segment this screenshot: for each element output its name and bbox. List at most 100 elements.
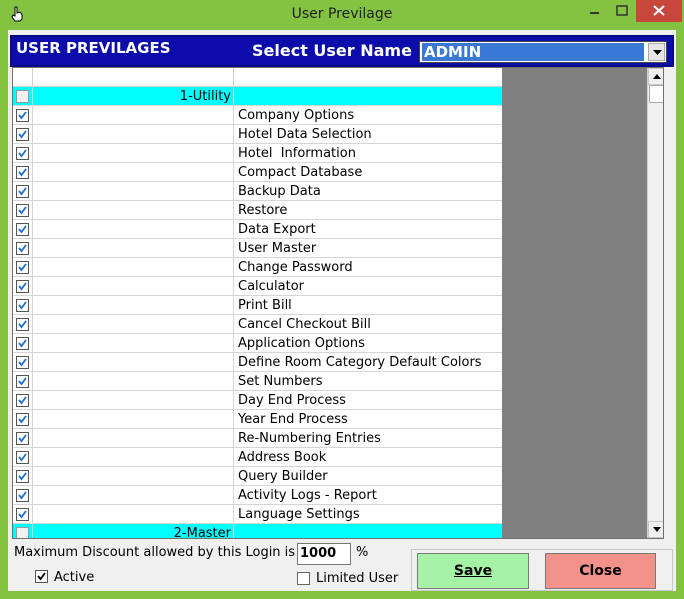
group-cell — [33, 201, 234, 220]
privilege-row[interactable]: User Master — [13, 239, 502, 258]
max-discount-input[interactable]: 1000 — [297, 543, 351, 565]
privilege-name: Define Room Category Default Colors — [238, 355, 482, 370]
row-checkbox[interactable] — [16, 318, 29, 331]
row-checkbox[interactable] — [16, 337, 29, 350]
row-checkbox[interactable] — [16, 166, 29, 179]
group-cell — [33, 448, 234, 467]
row-checkbox[interactable] — [16, 204, 29, 217]
group-cell: 2-Master — [33, 524, 234, 538]
privilege-grid-frame: 1-Utility Company Options Hotel Data Selec… — [12, 67, 664, 539]
privilege-name: Year End Process — [238, 412, 348, 427]
privilege-row[interactable]: Set Numbers — [13, 372, 502, 391]
selected-user-value: ADMIN — [422, 43, 644, 61]
scroll-up-button[interactable] — [648, 68, 663, 85]
limited-user-checkbox[interactable] — [297, 572, 310, 585]
limited-user-label: Limited User — [316, 571, 399, 586]
privilege-row[interactable]: Restore — [13, 201, 502, 220]
dropdown-button[interactable] — [648, 43, 665, 61]
privilege-name: Calculator — [238, 279, 305, 294]
row-checkbox[interactable] — [16, 489, 29, 502]
row-checkbox[interactable] — [16, 185, 29, 198]
row-checkbox[interactable] — [16, 299, 29, 312]
privilege-row[interactable]: Hotel Information — [13, 144, 502, 163]
checkmark-icon — [18, 149, 27, 158]
privilege-name: Application Options — [238, 336, 365, 351]
privilege-row[interactable]: Query Builder — [13, 467, 502, 486]
user-name-select[interactable]: ADMIN — [419, 41, 667, 63]
row-checkbox[interactable] — [16, 109, 29, 122]
row-checkbox[interactable] — [16, 394, 29, 407]
row-checkbox[interactable] — [16, 128, 29, 141]
group-row[interactable]: 2-Master — [13, 524, 502, 538]
vertical-scrollbar[interactable] — [647, 68, 663, 538]
minimize-button[interactable] — [580, 0, 608, 22]
check-cell — [13, 467, 33, 486]
close-button[interactable]: Close — [545, 553, 656, 589]
privilege-name: Print Bill — [238, 298, 292, 313]
privilege-row[interactable]: Language Settings — [13, 505, 502, 524]
group-cell — [33, 125, 234, 144]
arrow-up-icon — [653, 74, 661, 79]
privilege-row[interactable]: Calculator — [13, 277, 502, 296]
select-user-label: Select User Name — [252, 41, 412, 60]
row-checkbox[interactable] — [16, 451, 29, 464]
privilege-row[interactable]: Cancel Checkout Bill — [13, 315, 502, 334]
row-checkbox[interactable] — [16, 508, 29, 521]
scroll-down-button[interactable] — [648, 521, 663, 538]
privilege-row[interactable]: Compact Database — [13, 163, 502, 182]
row-checkbox[interactable] — [16, 147, 29, 160]
checkmark-icon — [18, 244, 27, 253]
privilege-row[interactable]: Address Book — [13, 448, 502, 467]
checkmark-icon — [18, 282, 27, 291]
privilege-row[interactable]: Define Room Category Default Colors — [13, 353, 502, 372]
active-checkbox[interactable] — [35, 570, 48, 583]
privilege-name: Compact Database — [238, 165, 363, 180]
privilege-row[interactable]: Print Bill — [13, 296, 502, 315]
row-checkbox[interactable] — [16, 413, 29, 426]
check-cell — [13, 258, 33, 277]
row-checkbox[interactable] — [16, 356, 29, 369]
row-checkbox[interactable] — [16, 90, 29, 103]
privilege-name: Data Export — [238, 222, 316, 237]
group-cell — [33, 372, 234, 391]
row-checkbox[interactable] — [16, 375, 29, 388]
checkmark-icon — [18, 206, 27, 215]
group-cell — [33, 391, 234, 410]
checkmark-icon — [18, 396, 27, 405]
privilege-grid: 1-Utility Company Options Hotel Data Selec… — [13, 68, 502, 538]
save-button[interactable]: Save — [417, 553, 529, 589]
checkmark-icon — [37, 572, 46, 581]
privilege-row[interactable]: Year End Process — [13, 410, 502, 429]
row-checkbox[interactable] — [16, 470, 29, 483]
checkmark-icon — [18, 339, 27, 348]
privilege-name: Day End Process — [238, 393, 346, 408]
group-row[interactable]: 1-Utility — [13, 87, 502, 106]
group-cell — [33, 144, 234, 163]
row-checkbox[interactable] — [16, 432, 29, 445]
privilege-row[interactable]: Company Options — [13, 106, 502, 125]
privilege-row[interactable]: Application Options — [13, 334, 502, 353]
row-checkbox[interactable] — [16, 280, 29, 293]
row-checkbox[interactable] — [16, 223, 29, 236]
scroll-thumb[interactable] — [649, 85, 663, 103]
privilege-name: Language Settings — [238, 507, 360, 522]
privilege-row[interactable]: Day End Process — [13, 391, 502, 410]
privilege-row[interactable]: Backup Data — [13, 182, 502, 201]
privilege-row[interactable]: Change Password — [13, 258, 502, 277]
window-close-button[interactable] — [636, 0, 682, 22]
privilege-name: Activity Logs - Report — [238, 488, 377, 503]
row-checkbox[interactable] — [16, 261, 29, 274]
dialog-client-area: USER PREVILAGES Select User Name ADMIN 1… — [8, 30, 676, 591]
privilege-row[interactable]: Hotel Data Selection — [13, 125, 502, 144]
check-cell — [13, 239, 33, 258]
privilege-name — [238, 87, 500, 106]
checkmark-icon — [18, 301, 27, 310]
privilege-row[interactable]: Activity Logs - Report — [13, 486, 502, 505]
privilege-row[interactable]: Data Export — [13, 220, 502, 239]
row-checkbox[interactable] — [16, 242, 29, 255]
privilege-row[interactable]: Re-Numbering Entries — [13, 429, 502, 448]
title-bar[interactable]: User Previlage — [0, 0, 684, 30]
row-checkbox[interactable] — [16, 527, 29, 538]
privilege-name: Set Numbers — [238, 374, 323, 389]
maximize-button[interactable] — [608, 0, 636, 22]
